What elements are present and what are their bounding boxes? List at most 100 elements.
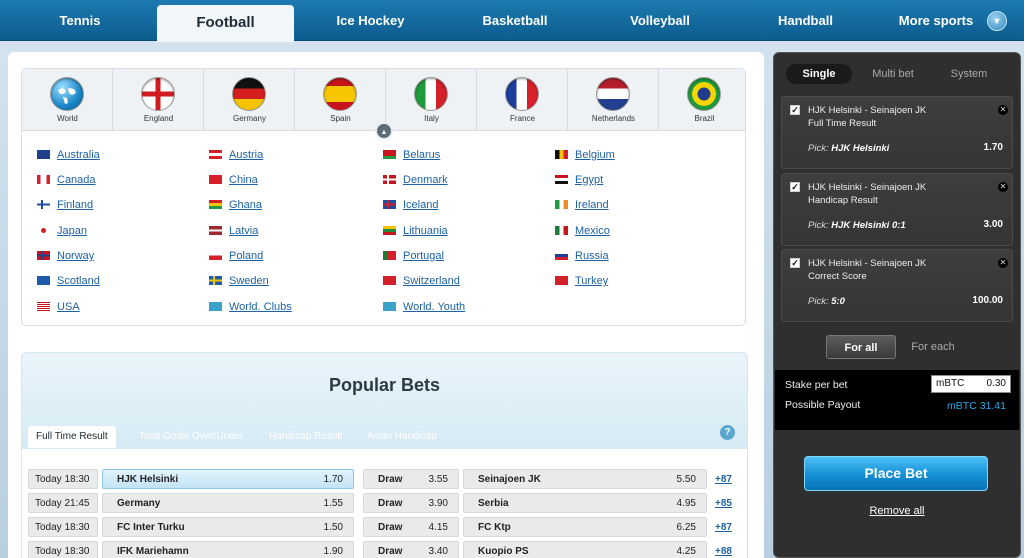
more-markets-link[interactable]: +85	[715, 498, 732, 509]
place-bet-button[interactable]: Place Bet	[804, 456, 988, 491]
country-link-portugal[interactable]: Portugal	[383, 248, 444, 264]
country-link-ireland[interactable]: Ireland	[555, 197, 609, 213]
tab-volleyball[interactable]: Volleyball	[610, 0, 710, 41]
tab-system[interactable]: System	[936, 64, 1002, 84]
home-odds-button[interactable]: HJK Helsinki 1.70	[102, 469, 354, 489]
country-england[interactable]: England	[113, 69, 204, 131]
draw-label: Draw	[378, 522, 403, 533]
away-odds-button[interactable]: FC Ktp 6.25	[463, 517, 707, 537]
country-link-denmark[interactable]: Denmark	[383, 172, 448, 188]
home-odds-button[interactable]: IFK Mariehamn 1.90	[102, 541, 354, 558]
country-link-latvia[interactable]: Latvia	[209, 223, 258, 239]
country-link-japan[interactable]: Japan	[37, 223, 87, 239]
home-team: Germany	[117, 498, 161, 509]
tab-tennis[interactable]: Tennis	[30, 0, 130, 41]
country-link-belgium[interactable]: Belgium	[555, 147, 615, 163]
help-icon[interactable]: ?	[720, 425, 735, 440]
home-odds-button[interactable]: FC Inter Turku 1.50	[102, 517, 354, 537]
country-link-austria[interactable]: Austria	[209, 147, 263, 163]
country-link-label: Denmark	[403, 174, 448, 186]
tab-handball[interactable]: Handball	[758, 0, 853, 41]
collapse-up-icon[interactable]: ▲	[375, 122, 393, 140]
tab-handicap-result[interactable]: Handicap Result	[269, 426, 342, 448]
stake-input[interactable]: mBTC 0.30	[931, 375, 1011, 393]
country-link-sweden[interactable]: Sweden	[209, 273, 269, 289]
country-label: Spain	[330, 114, 351, 123]
australia-flag-icon	[37, 150, 50, 159]
remove-all-link[interactable]: Remove all	[774, 505, 1020, 517]
checkbox[interactable]: ✓	[790, 105, 800, 115]
country-link-poland[interactable]: Poland	[209, 248, 263, 264]
stake-unit: mBTC	[936, 378, 965, 389]
country-link-finland[interactable]: Finland	[37, 197, 93, 213]
draw-odds-button[interactable]: Draw 4.15	[363, 517, 459, 537]
country-world[interactable]: World	[22, 69, 113, 131]
away-odds-button[interactable]: Seinajoen JK 5.50	[463, 469, 707, 489]
draw-odds-button[interactable]: Draw 3.55	[363, 469, 459, 489]
more-markets-link[interactable]: +87	[715, 474, 732, 485]
country-link-ghana[interactable]: Ghana	[209, 197, 262, 213]
country-link-russia[interactable]: Russia	[555, 248, 609, 264]
country-brazil[interactable]: Brazil	[659, 69, 750, 131]
bet-match: HJK Helsinki - Seinajoen JK	[808, 182, 927, 193]
tab-ice-hockey[interactable]: Ice Hockey	[318, 0, 423, 41]
tab-total-goals[interactable]: Total Goals Over/Under	[139, 426, 244, 448]
country-link-mexico[interactable]: Mexico	[555, 223, 610, 239]
country-link-scotland[interactable]: Scotland	[37, 273, 100, 289]
tab-full-time-result[interactable]: Full Time Result	[28, 426, 116, 448]
tab-football[interactable]: Football	[157, 5, 294, 42]
pick-label: Pick:	[808, 143, 829, 154]
away-odds-button[interactable]: Serbia 4.95	[463, 493, 707, 513]
tab-single[interactable]: Single	[786, 64, 852, 84]
egypt-flag-icon	[555, 175, 568, 184]
close-icon[interactable]: ✕	[998, 258, 1008, 268]
tab-basketball[interactable]: Basketball	[465, 0, 565, 41]
country-link-label: Switzerland	[403, 275, 460, 287]
country-link-china[interactable]: China	[209, 172, 258, 188]
country-link-turkey[interactable]: Turkey	[555, 273, 608, 289]
country-germany[interactable]: Germany	[204, 69, 295, 131]
tab-more-sports[interactable]: More sports	[892, 0, 980, 41]
country-link-iceland[interactable]: Iceland	[383, 197, 438, 213]
checkbox[interactable]: ✓	[790, 182, 800, 192]
country-link-belarus[interactable]: Belarus	[383, 147, 440, 163]
country-link-canada[interactable]: Canada	[37, 172, 96, 188]
checkbox[interactable]: ✓	[790, 258, 800, 268]
close-icon[interactable]: ✕	[998, 105, 1008, 115]
country-france[interactable]: France	[477, 69, 568, 131]
country-link-lithuania[interactable]: Lithuania	[383, 223, 448, 239]
match-time: Today 18:30	[28, 541, 98, 558]
tab-for-all[interactable]: For all	[826, 335, 896, 359]
country-link-norway[interactable]: Norway	[37, 248, 94, 264]
draw-label: Draw	[378, 546, 403, 557]
more-markets-link[interactable]: +87	[715, 522, 732, 533]
home-odds: 1.50	[323, 522, 343, 533]
country-link-world-clubs[interactable]: World. Clubs	[209, 299, 292, 315]
away-odds-button[interactable]: Kuopio PS 4.25	[463, 541, 707, 558]
home-odds-button[interactable]: Germany 1.55	[102, 493, 354, 513]
country-spain[interactable]: Spain	[295, 69, 386, 131]
country-netherlands[interactable]: Netherlands	[568, 69, 659, 131]
belarus-flag-icon	[383, 150, 396, 159]
close-icon[interactable]: ✕	[998, 182, 1008, 192]
country-link-australia[interactable]: Australia	[37, 147, 100, 163]
country-link-label: Finland	[57, 199, 94, 211]
country-link-egypt[interactable]: Egypt	[555, 172, 603, 188]
country-link-switzerland[interactable]: Switzerland	[383, 273, 460, 289]
chevron-down-icon[interactable]: ▼	[987, 11, 1007, 31]
country-link-world-youth[interactable]: World. Youth	[383, 299, 465, 315]
country-link-label: Lithuania	[403, 225, 448, 237]
country-link-label: Belarus	[403, 149, 441, 161]
more-markets-link[interactable]: +88	[715, 546, 732, 557]
country-link-label: USA	[57, 301, 80, 313]
draw-odds-button[interactable]: Draw 3.90	[363, 493, 459, 513]
away-team: Kuopio PS	[478, 546, 529, 557]
draw-odds-button[interactable]: Draw 3.40	[363, 541, 459, 558]
country-link-label: Canada	[57, 174, 96, 186]
country-italy[interactable]: Italy	[386, 69, 477, 131]
tab-for-each[interactable]: For each	[898, 335, 968, 359]
tab-multi-bet[interactable]: Multi bet	[860, 64, 926, 84]
bet-market: Full Time Result	[808, 118, 877, 129]
country-link-usa[interactable]: USA	[37, 299, 80, 315]
tab-asian-handicap[interactable]: Asian Handicap	[367, 426, 437, 448]
